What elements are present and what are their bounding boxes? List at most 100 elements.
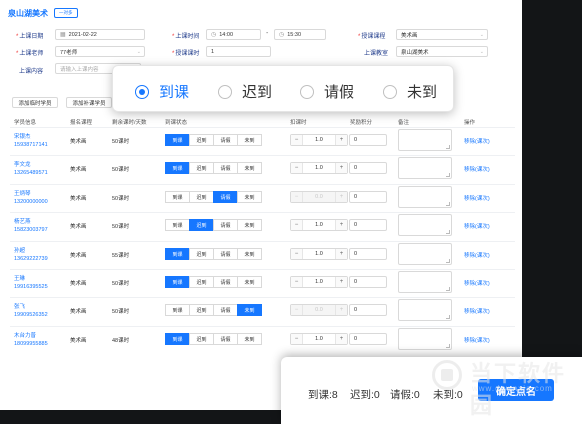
status-0[interactable]: 到课 — [165, 191, 190, 203]
remove-link[interactable]: 移除(课次) — [464, 222, 490, 230]
points-input[interactable]: 0 — [349, 304, 387, 316]
minus-icon[interactable]: − — [291, 135, 302, 145]
minus-icon[interactable]: − — [291, 163, 302, 173]
minus-icon[interactable]: − — [291, 305, 302, 315]
status-2[interactable]: 请假 — [213, 304, 238, 316]
deduct-stepper[interactable]: −1.0 + — [290, 333, 348, 345]
minus-icon[interactable]: − — [291, 277, 302, 287]
status-0[interactable]: 到课 — [165, 276, 190, 288]
remove-link[interactable]: 移除(课次) — [464, 165, 490, 173]
confirm-rollcall-button[interactable]: 确定点名 — [478, 379, 554, 401]
remove-link[interactable]: 移除(课次) — [464, 194, 490, 202]
option-arrived[interactable]: 到课 — [135, 81, 189, 102]
remove-link[interactable]: 移除(课次) — [464, 307, 490, 315]
deduct-stepper[interactable]: −1.0 + — [290, 134, 348, 146]
status-3[interactable]: 未到 — [237, 219, 262, 231]
status-0[interactable]: 到课 — [165, 219, 190, 231]
course-select[interactable]: 美术画 ⌄ — [396, 29, 488, 40]
points-input[interactable]: 0 — [349, 191, 387, 203]
col-remark: 备注 — [398, 120, 410, 126]
status-0[interactable]: 到课 — [165, 134, 190, 146]
plus-icon[interactable]: + — [336, 192, 347, 202]
option-absent[interactable]: 未到 — [383, 81, 437, 102]
status-3[interactable]: 未到 — [237, 134, 262, 146]
col-remaining: 剩余课时/天数 — [112, 120, 147, 126]
remove-link[interactable]: 移除(课次) — [464, 279, 490, 287]
status-1[interactable]: 迟到 — [189, 191, 214, 203]
plus-icon[interactable]: + — [336, 249, 347, 259]
remove-link[interactable]: 移除(课次) — [464, 251, 490, 259]
minus-icon[interactable]: − — [291, 249, 302, 259]
hours-input[interactable]: 1 — [206, 46, 271, 57]
status-1[interactable]: 迟到 — [189, 333, 214, 345]
plus-icon[interactable]: + — [336, 220, 347, 230]
remark-textarea[interactable] — [398, 243, 452, 265]
status-1[interactable]: 迟到 — [189, 248, 214, 260]
status-1[interactable]: 迟到 — [189, 276, 214, 288]
status-0[interactable]: 到课 — [165, 248, 190, 260]
status-3[interactable]: 未到 — [237, 276, 262, 288]
time-start-picker[interactable]: ◷ 14:00 — [206, 29, 261, 40]
date-picker[interactable]: ▦ 2021-02-22 — [55, 29, 145, 40]
remark-textarea[interactable] — [398, 214, 452, 236]
remark-textarea[interactable] — [398, 328, 452, 350]
plus-icon[interactable]: + — [336, 305, 347, 315]
status-3[interactable]: 未到 — [237, 333, 262, 345]
remark-textarea[interactable] — [398, 271, 452, 293]
status-0[interactable]: 到课 — [165, 162, 190, 174]
date-label: *上课日期 — [16, 34, 44, 40]
add-makeup-student-button[interactable]: 添加补课学员 — [66, 97, 112, 108]
minus-icon[interactable]: − — [291, 192, 302, 202]
remaining-hours: 50课时 — [112, 196, 130, 202]
status-3[interactable]: 未到 — [237, 162, 262, 174]
plus-icon[interactable]: + — [336, 334, 347, 344]
status-3[interactable]: 未到 — [237, 191, 262, 203]
points-input[interactable]: 0 — [349, 162, 387, 174]
remove-link[interactable]: 移除(课次) — [464, 137, 490, 145]
status-2[interactable]: 请假 — [213, 134, 238, 146]
deduct-stepper[interactable]: −1.0 + — [290, 276, 348, 288]
status-3[interactable]: 未到 — [237, 304, 262, 316]
course-name: 美术画 — [70, 253, 87, 259]
remark-textarea[interactable] — [398, 129, 452, 151]
points-input[interactable]: 0 — [349, 333, 387, 345]
deduct-stepper[interactable]: −1.0 + — [290, 162, 348, 174]
plus-icon[interactable]: + — [336, 135, 347, 145]
deduct-stepper[interactable]: −1.0 + — [290, 248, 348, 260]
deduct-stepper[interactable]: −1.0 + — [290, 219, 348, 231]
points-input[interactable]: 0 — [349, 276, 387, 288]
points-input[interactable]: 0 — [349, 134, 387, 146]
remark-textarea[interactable] — [398, 186, 452, 208]
status-2[interactable]: 请假 — [213, 333, 238, 345]
teacher-select[interactable]: 77老师 ⌄ — [55, 46, 145, 57]
option-late[interactable]: 迟到 — [218, 81, 272, 102]
plus-icon[interactable]: + — [336, 277, 347, 287]
time-end-picker[interactable]: ◷ 15:30 — [274, 29, 326, 40]
status-0[interactable]: 到课 — [165, 333, 190, 345]
deduct-stepper[interactable]: −0.0 + — [290, 191, 348, 203]
minus-icon[interactable]: − — [291, 334, 302, 344]
status-0[interactable]: 到课 — [165, 304, 190, 316]
points-input[interactable]: 0 — [349, 219, 387, 231]
status-2[interactable]: 请假 — [213, 248, 238, 260]
status-2[interactable]: 请假 — [213, 276, 238, 288]
remark-textarea[interactable] — [398, 299, 452, 321]
remark-textarea[interactable] — [398, 157, 452, 179]
col-points: 奖励积分 — [350, 120, 373, 126]
points-input[interactable]: 0 — [349, 248, 387, 260]
plus-icon[interactable]: + — [336, 163, 347, 173]
room-select[interactable]: 泉山湖美术 ⌄ — [396, 46, 488, 57]
status-1[interactable]: 迟到 — [189, 162, 214, 174]
status-1[interactable]: 迟到 — [189, 219, 214, 231]
status-2[interactable]: 请假 — [213, 219, 238, 231]
deduct-stepper[interactable]: −0.0 + — [290, 304, 348, 316]
status-1[interactable]: 迟到 — [189, 134, 214, 146]
add-temp-student-button[interactable]: 添加临时学员 — [12, 97, 58, 108]
status-2[interactable]: 请假 — [213, 162, 238, 174]
option-leave[interactable]: 请假 — [300, 81, 354, 102]
minus-icon[interactable]: − — [291, 220, 302, 230]
status-1[interactable]: 迟到 — [189, 304, 214, 316]
status-3[interactable]: 未到 — [237, 248, 262, 260]
status-2[interactable]: 请假 — [213, 191, 238, 203]
remove-link[interactable]: 移除(课次) — [464, 336, 490, 344]
